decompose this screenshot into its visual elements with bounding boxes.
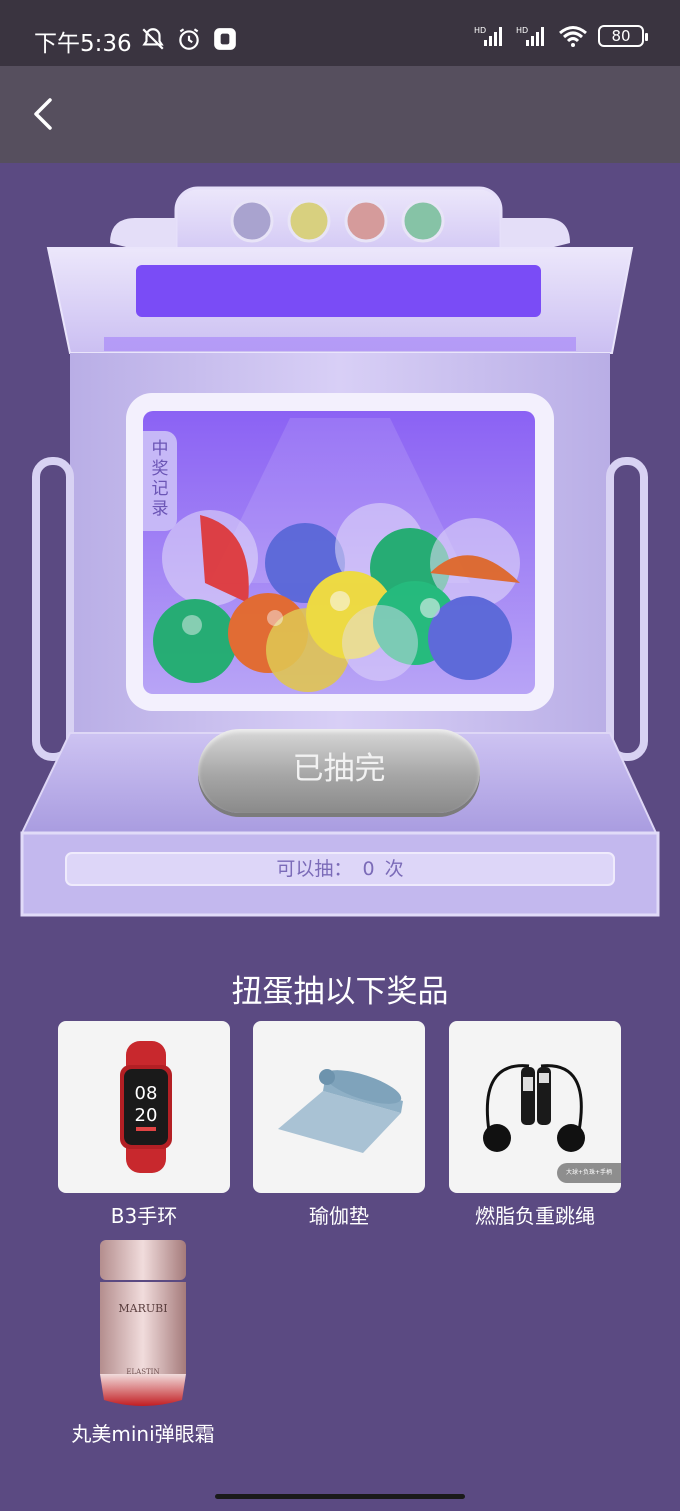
prize-card-yoga-mat[interactable] (253, 1021, 425, 1193)
bottle-brand: MARUBI (118, 1302, 167, 1315)
battery-level: 80 (611, 27, 631, 45)
gashapon-machine: 中奖记录 已抽完 可以抽： 0 次 (0, 163, 680, 933)
prize-name-eye-cream: 丸美mini弹眼霜 (71, 1422, 215, 1446)
wifi-icon (559, 26, 587, 47)
battery-icon: 80 (598, 25, 648, 47)
fitness-band-image: 08 20 (120, 1041, 172, 1173)
prize-records-tab[interactable]: 中奖记录 (143, 431, 177, 531)
yoga-mat-image (278, 1069, 403, 1153)
prize-name-yoga-mat: 瑜伽垫 (309, 1204, 369, 1228)
prizes-title: 扭蛋抽以下奖品 (231, 974, 449, 1010)
prize-records-label: 中奖记录 (151, 439, 169, 519)
chevron-left-icon[interactable] (26, 94, 66, 134)
remaining-draws: 可以抽： 0 次 (66, 853, 614, 885)
svg-text:HD: HD (516, 26, 528, 35)
hd-signal-icon: HD (516, 26, 544, 46)
app-icon (214, 28, 236, 50)
home-indicator[interactable] (215, 1494, 465, 1499)
remaining-count: 0 (362, 858, 375, 880)
watch-minute: 20 (135, 1105, 158, 1126)
remaining-label: 可以抽： (276, 858, 353, 880)
hd-signal-icon: HD (474, 26, 502, 46)
prize-name-jump-rope: 燃脂负重跳绳 (475, 1204, 595, 1228)
status-bar: 下午5:36 HD HD 80 (0, 0, 680, 66)
draw-button-label: 已抽完 (292, 751, 386, 787)
nav-bar (0, 66, 680, 163)
prize-card-band[interactable]: 08 20 (58, 1021, 230, 1193)
watch-hour: 08 (135, 1083, 158, 1104)
svg-text:HD: HD (474, 26, 486, 35)
remaining-unit: 次 (384, 858, 404, 880)
status-time: 下午5:36 (34, 31, 132, 57)
eye-cream-image: MARUBI ELASTIN (100, 1240, 186, 1406)
alarm-icon (179, 28, 199, 50)
bottle-product: ELASTIN (126, 1368, 159, 1376)
machine-illustration (20, 186, 660, 917)
prize-name-band: B3手环 (110, 1204, 178, 1228)
mute-icon (142, 28, 164, 50)
prize-badge: 大球+负珠+手柄 (557, 1163, 621, 1183)
prize-card-jump-rope[interactable]: 大球+负珠+手柄 (449, 1021, 621, 1193)
draw-button[interactable]: 已抽完 (198, 729, 480, 813)
prize-card-eye-cream[interactable]: MARUBI ELASTIN (98, 1240, 188, 1408)
